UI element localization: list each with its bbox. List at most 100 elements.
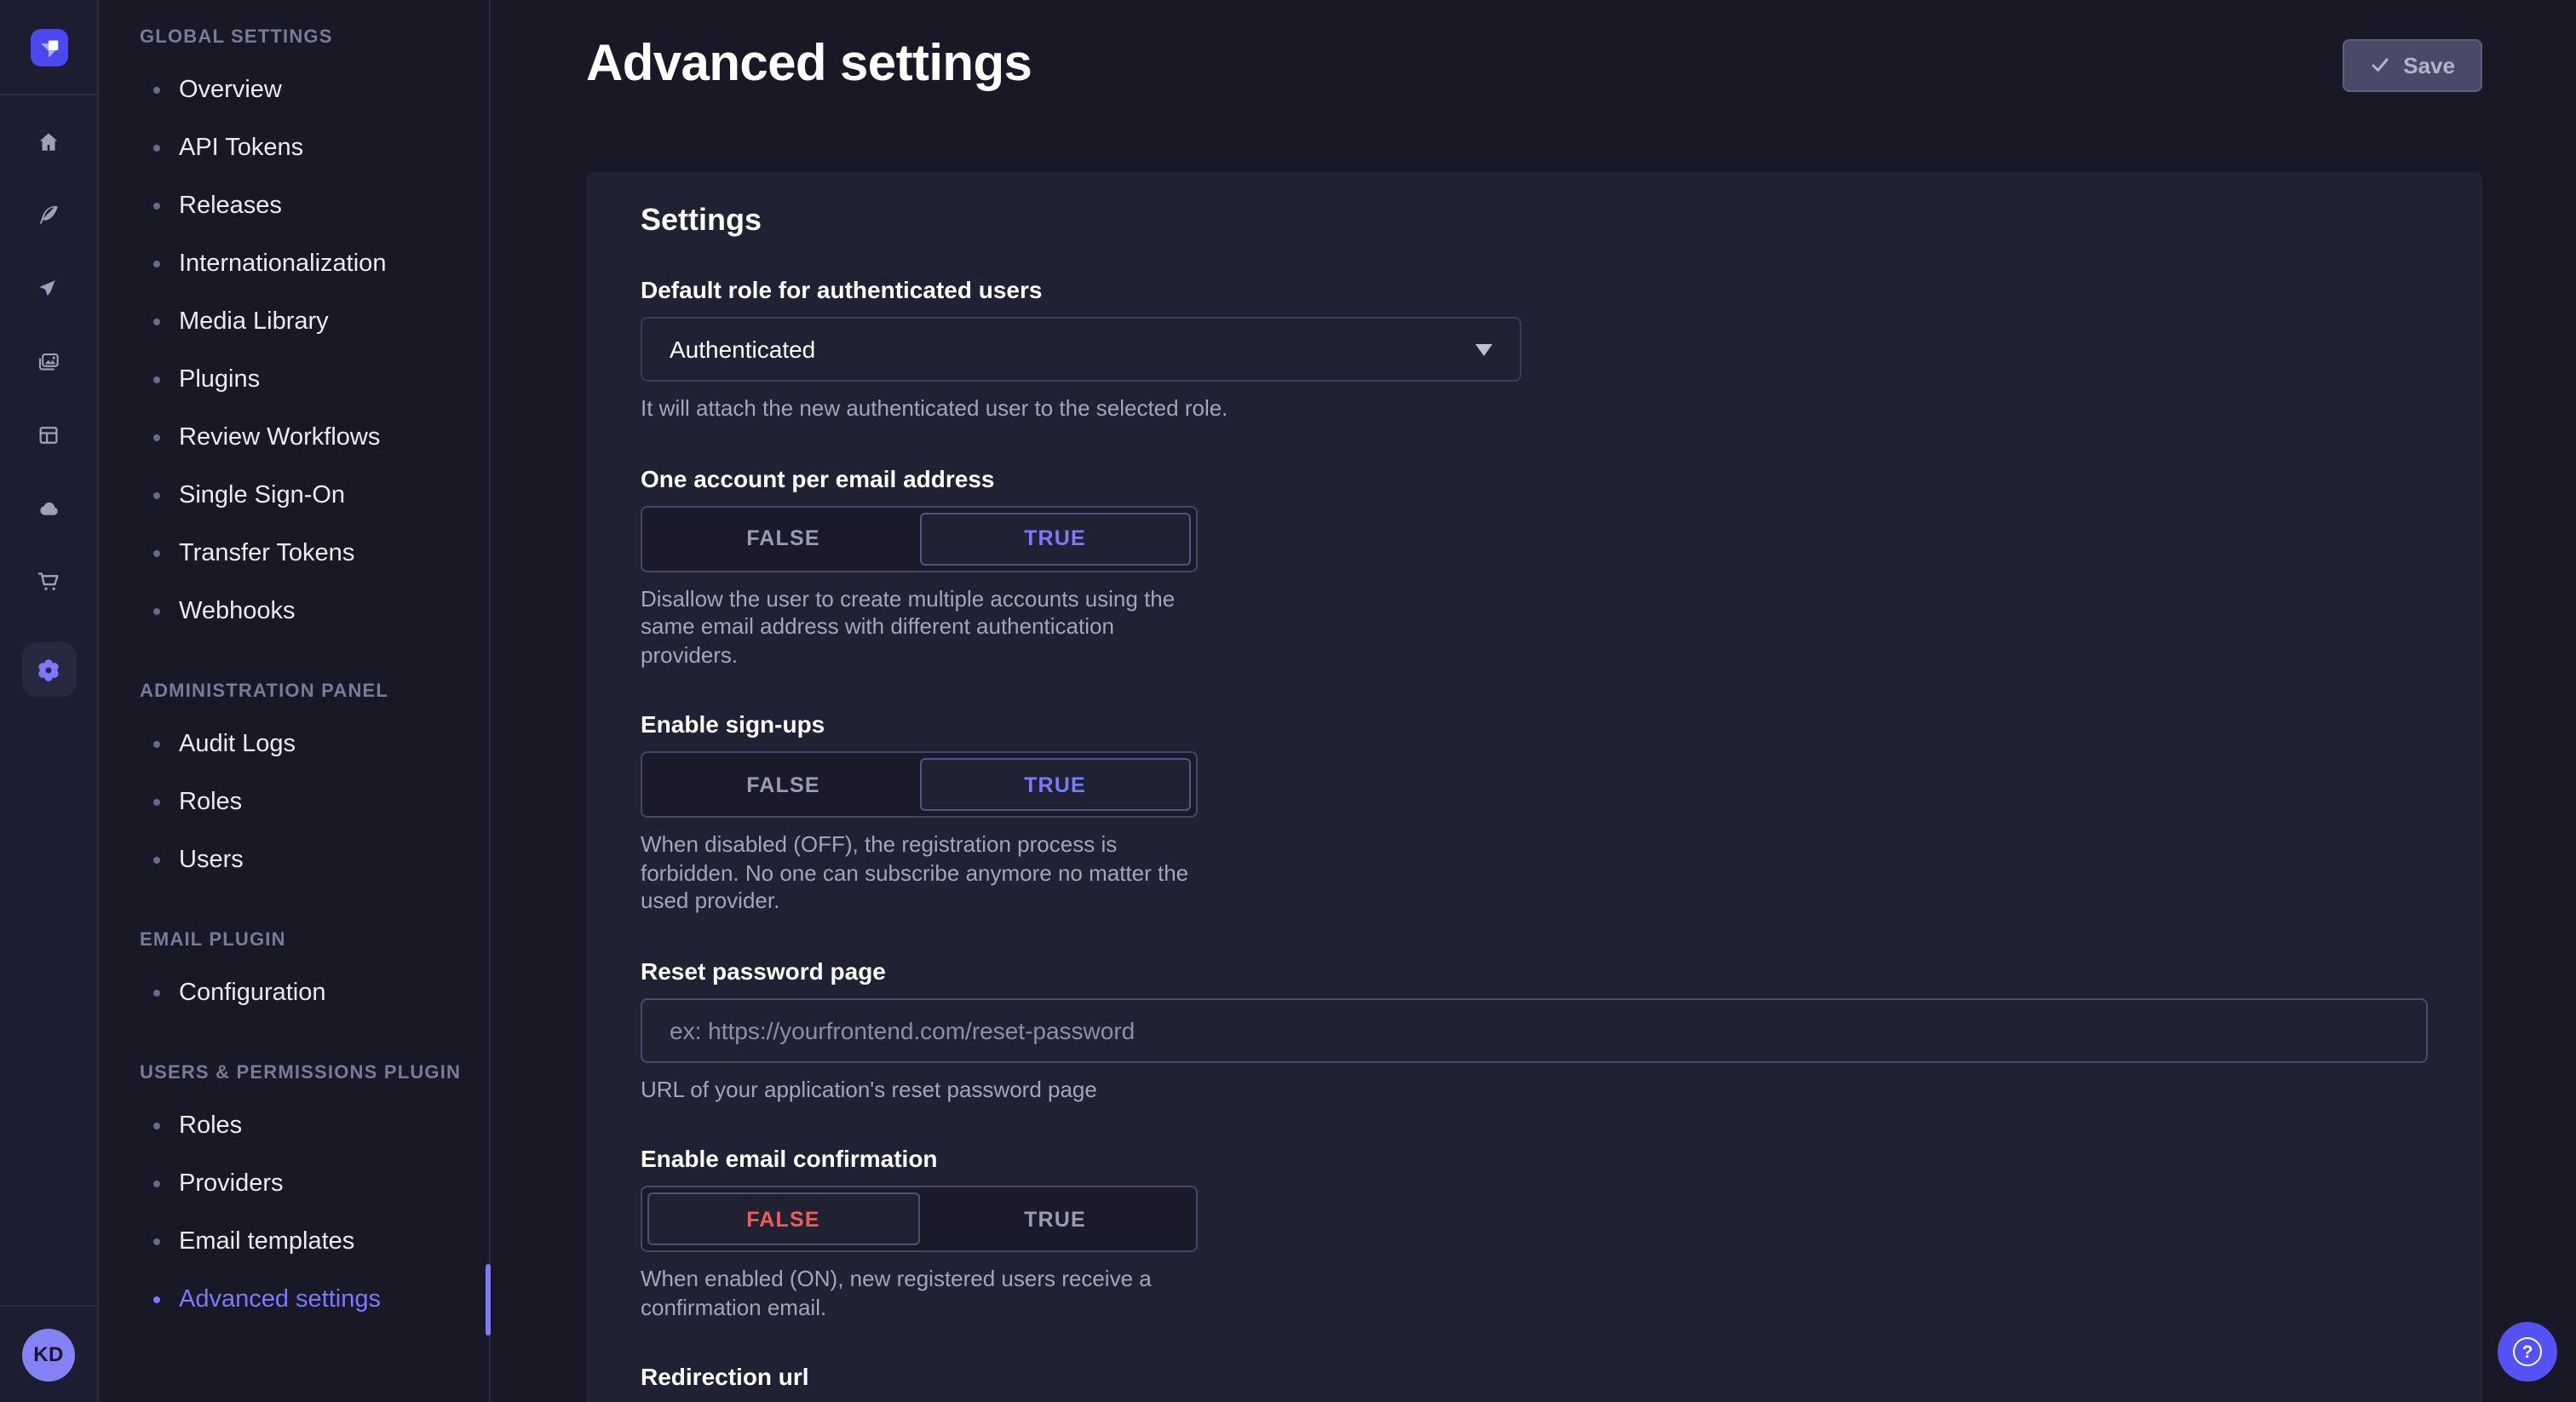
strapi-logo-icon[interactable] (30, 28, 67, 66)
sidebar-item-single-sign-on[interactable]: Single Sign-On (99, 467, 489, 525)
send-icon[interactable] (36, 276, 61, 302)
save-button-label: Save (2403, 52, 2455, 78)
field-label: Reset password page (641, 957, 2428, 984)
sidebar-item-configuration[interactable]: Configuration (99, 964, 489, 1022)
save-button[interactable]: Save (2342, 38, 2482, 91)
sidebar-item-webhooks[interactable]: Webhooks (99, 583, 489, 641)
sidebar-item-audit-logs[interactable]: Audit Logs (99, 715, 489, 773)
page-header: Advanced settings Save (586, 36, 2482, 94)
section-header: GLOBAL SETTINGS (140, 27, 489, 48)
section-header: USERS & PERMISSIONS PLUGIN (140, 1063, 489, 1083)
rail-nav (21, 95, 76, 697)
bullet-icon (153, 741, 160, 748)
default-role-select[interactable]: Authenticated (641, 317, 1521, 382)
user-avatar[interactable]: KD (22, 1328, 75, 1381)
sidebar-item-releases[interactable]: Releases (99, 177, 489, 235)
app-root: KD GLOBAL SETTINGS Overview API Tokens R… (0, 0, 2576, 1402)
sidebar-item-label: API Tokens (179, 135, 303, 162)
nav-section-email-plugin: EMAIL PLUGIN Configuration (99, 930, 489, 1022)
sidebar-item-media-library[interactable]: Media Library (99, 293, 489, 351)
toggle-true-option[interactable]: TRUE (919, 512, 1191, 565)
bullet-icon (153, 990, 160, 997)
sidebar-item-label: Transfer Tokens (179, 540, 354, 567)
question-mark-icon: ? (2513, 1337, 2542, 1366)
sidebar-item-label: Configuration (179, 980, 326, 1007)
sidebar-item-review-workflows[interactable]: Review Workflows (99, 409, 489, 467)
sidebar-item-label: Roles (179, 1112, 242, 1140)
field-reset-password: Reset password page URL of your applicat… (641, 957, 2428, 1104)
field-one-account: One account per email address FALSE TRUE… (641, 464, 2428, 669)
sidebar-item-label: Plugins (179, 366, 260, 394)
field-label: Enable email confirmation (641, 1145, 2428, 1172)
layout-icon[interactable] (36, 422, 61, 448)
sidebar-item-label: Webhooks (179, 598, 296, 625)
bullet-icon (153, 434, 160, 441)
feather-icon[interactable] (36, 203, 61, 228)
bullet-icon (153, 492, 160, 499)
nav-section-global: GLOBAL SETTINGS Overview API Tokens Rele… (99, 27, 489, 641)
bullet-icon (153, 1238, 160, 1245)
sidebar-item-transfer-tokens[interactable]: Transfer Tokens (99, 525, 489, 583)
toggle-true-option[interactable]: TRUE (919, 1192, 1191, 1245)
toggle-false-option[interactable]: FALSE (647, 512, 919, 565)
field-hint: It will attach the new authenticated use… (641, 395, 2428, 423)
sidebar-item-label: Review Workflows (179, 424, 380, 451)
field-hint: URL of your application's reset password… (641, 1076, 2428, 1104)
sidebar-item-label: Single Sign-On (179, 482, 345, 509)
sidebar-item-email-templates[interactable]: Email templates (99, 1213, 489, 1271)
sidebar-item-overview[interactable]: Overview (99, 61, 489, 119)
toggle-false-option[interactable]: FALSE (647, 758, 919, 811)
sidebar-item-up-roles[interactable]: Roles (99, 1097, 489, 1155)
check-icon (2369, 55, 2389, 75)
bullet-icon (153, 145, 160, 152)
reset-password-input[interactable] (641, 997, 2428, 1062)
sidebar-item-internationalization[interactable]: Internationalization (99, 235, 489, 293)
sidebar-item-advanced-settings[interactable]: Advanced settings (99, 1271, 489, 1329)
select-value: Authenticated (670, 336, 1475, 363)
settings-gear-icon[interactable] (21, 642, 76, 697)
field-default-role: Default role for authenticated users Aut… (641, 276, 2428, 423)
section-header: ADMINISTRATION PANEL (140, 681, 489, 702)
sidebar-item-label: Audit Logs (179, 731, 296, 758)
sidebar-item-label: Releases (179, 192, 282, 220)
media-library-icon[interactable] (36, 349, 61, 375)
sidebar-item-label: Internationalization (179, 250, 386, 278)
section-header: EMAIL PLUGIN (140, 930, 489, 951)
bullet-icon (153, 87, 160, 94)
bullet-icon (153, 799, 160, 806)
cart-icon[interactable] (36, 569, 61, 595)
bullet-icon (153, 376, 160, 383)
sign-ups-toggle: FALSE TRUE (641, 751, 1198, 818)
sidebar-item-api-tokens[interactable]: API Tokens (99, 119, 489, 177)
nav-section-users-permissions: USERS & PERMISSIONS PLUGIN Roles Provide… (99, 1063, 489, 1329)
field-label: One account per email address (641, 464, 2428, 491)
active-indicator (486, 1264, 491, 1336)
bullet-icon (153, 857, 160, 864)
sidebar-item-label: Users (179, 847, 244, 874)
bullet-icon (153, 608, 160, 615)
field-label: Enable sign-ups (641, 710, 2428, 738)
help-button[interactable]: ? (2498, 1322, 2557, 1382)
field-hint: When disabled (OFF), the registration pr… (641, 831, 1206, 916)
sidebar-item-label: Overview (179, 77, 282, 104)
cloud-icon[interactable] (36, 496, 61, 521)
main-content: Advanced settings Save Settings Default … (491, 0, 2576, 1402)
field-redirection-url: Redirection url (641, 1363, 2428, 1402)
toggle-true-option[interactable]: TRUE (919, 758, 1191, 811)
logo-area (0, 0, 97, 95)
nav-section-admin-panel: ADMINISTRATION PANEL Audit Logs Roles Us… (99, 681, 489, 889)
settings-subnav: GLOBAL SETTINGS Overview API Tokens Rele… (99, 0, 491, 1402)
sidebar-item-providers[interactable]: Providers (99, 1155, 489, 1213)
sidebar-item-label: Roles (179, 789, 242, 816)
sidebar-item-plugins[interactable]: Plugins (99, 351, 489, 409)
toggle-false-option[interactable]: FALSE (647, 1192, 919, 1245)
settings-card: Settings Default role for authenticated … (586, 172, 2482, 1402)
field-hint: Disallow the user to create multiple acc… (641, 585, 1206, 669)
field-sign-ups: Enable sign-ups FALSE TRUE When disabled… (641, 710, 2428, 916)
bullet-icon (153, 203, 160, 210)
sidebar-item-users[interactable]: Users (99, 831, 489, 889)
rail-bottom: KD (0, 1305, 97, 1402)
email-confirmation-toggle: FALSE TRUE (641, 1186, 1198, 1252)
sidebar-item-admin-roles[interactable]: Roles (99, 773, 489, 831)
home-icon[interactable] (36, 129, 61, 155)
